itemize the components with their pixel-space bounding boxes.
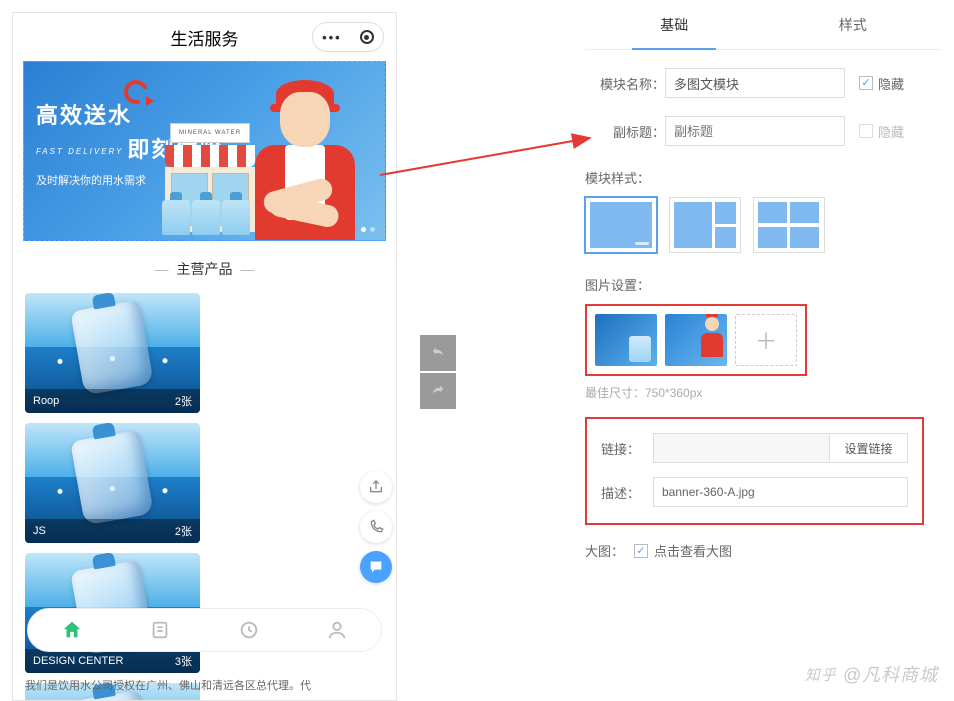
link-row: 链接： 设置链接 [601,433,908,463]
module-style-label: 模块样式： [585,168,954,187]
tab-basic[interactable]: 基础 [585,0,764,49]
link-label: 链接： [601,439,653,458]
delivery-person-illustration [235,70,375,240]
banner-module[interactable]: 高效送水 FAST DELIVERY即刻体验 及时解决你的用水需求 MINERA… [23,61,386,241]
tab-list[interactable] [116,609,204,651]
big-image-text: 点击查看大图 [654,541,732,560]
tab-history[interactable] [205,609,293,651]
image-setting-section: 图片设置： ＋ 最佳尺寸：750*360px [585,275,954,401]
desc-input[interactable] [653,477,908,507]
size-hint: 最佳尺寸：750*360px [585,384,954,401]
banner-pagination[interactable] [361,227,375,232]
message-fab[interactable] [360,551,392,583]
style-option-1[interactable] [585,197,657,253]
module-name-hide-checkbox[interactable]: ✓隐藏 [859,74,904,93]
big-image-label: 大图： [585,541,624,560]
module-name-input[interactable] [665,68,845,98]
big-image-row: 大图： ✓ 点击查看大图 [585,541,954,560]
set-link-button[interactable]: 设置链接 [830,433,908,463]
subtitle-input[interactable] [665,116,845,146]
tab-style[interactable]: 样式 [764,0,943,49]
tab-bar [27,608,382,652]
image-thumb-1[interactable] [595,314,657,366]
image-setting-label: 图片设置： [585,275,954,294]
section-title: 主营产品 [13,259,396,279]
module-name-row: 模块名称： ✓隐藏 [585,68,954,98]
settings-panel: 基础 样式 模块名称： ✓隐藏 副标题： 隐藏 模块样式： 图片设置： ＋ 最佳… [555,0,954,701]
close-target-icon[interactable] [360,30,374,44]
tab-profile[interactable] [293,609,381,651]
panel-tabs: 基础 样式 [585,0,942,50]
module-name-label: 模块名称： [585,74,665,93]
image-thumb-2[interactable] [665,314,727,366]
mobile-preview: 生活服务 ••• 高效送水 FAST DELIVERY即刻体验 及时解决你的用水… [12,12,397,701]
watermark: 知乎 @凡科商城 [805,661,938,687]
undo-button[interactable] [420,335,456,371]
desc-row: 描述： [601,477,908,507]
subtitle-hide-checkbox[interactable]: 隐藏 [859,122,904,141]
image-list: ＋ [585,304,807,376]
module-style-section: 模块样式： [585,168,954,253]
link-desc-box: 链接： 设置链接 描述： [585,417,924,525]
style-option-2[interactable] [669,197,741,253]
desc-label: 描述： [601,483,653,502]
subtitle-label: 副标题： [585,122,665,141]
add-image-button[interactable]: ＋ [735,314,797,366]
link-input[interactable] [653,433,830,463]
big-image-checkbox[interactable]: ✓ [634,544,648,558]
preview-header: 生活服务 ••• [13,13,396,61]
history-buttons [420,335,456,411]
product-card[interactable]: Roop2张 [25,293,200,413]
company-desc: 我们是饮用水公司授权在广州、佛山和清远各区总代理。代 [25,678,384,695]
subtitle-row: 副标题： 隐藏 [585,116,954,146]
wechat-capsule[interactable]: ••• [312,22,384,52]
style-option-3[interactable] [753,197,825,253]
more-icon[interactable]: ••• [322,30,342,45]
tab-home[interactable] [28,609,116,651]
product-card[interactable]: JS2张 [25,423,200,543]
preview-title: 生活服务 [171,25,239,50]
phone-fab[interactable] [360,511,392,543]
share-fab[interactable] [360,471,392,503]
redo-button[interactable] [420,373,456,409]
